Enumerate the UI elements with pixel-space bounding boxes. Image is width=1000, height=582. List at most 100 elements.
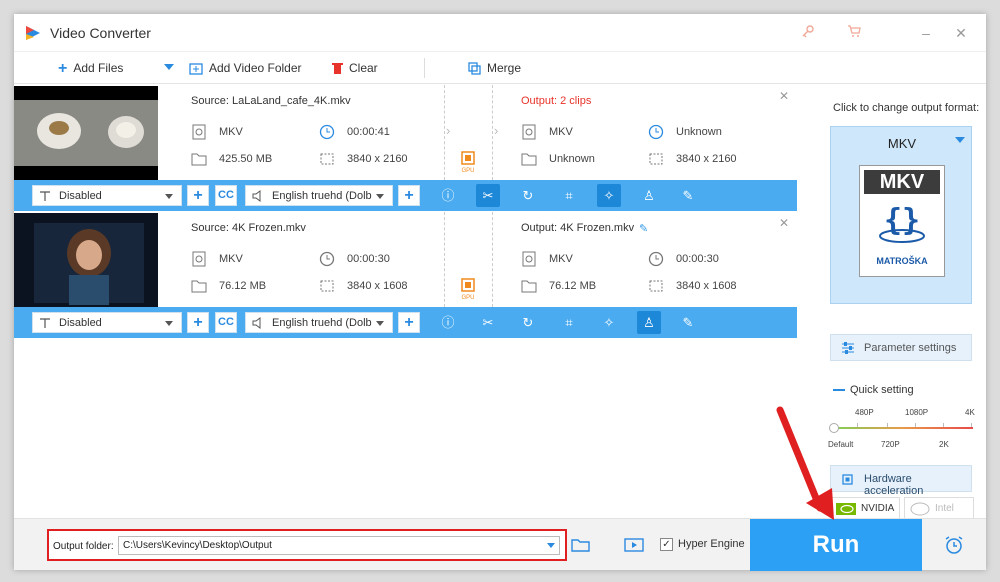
subtitle-settings-icon[interactable]: CC	[215, 185, 237, 206]
open-folder-icon[interactable]	[571, 537, 591, 553]
trash-icon	[332, 63, 343, 75]
edit-toolbar: Disabled + CC English truehd (Dolb + ⓘ ✂…	[14, 307, 797, 338]
watermark-stamp-icon[interactable]: ♙	[637, 184, 661, 207]
hardware-acceleration-button[interactable]: Hardware acceleration	[830, 465, 972, 497]
watermark-stamp-icon[interactable]: ♙	[637, 311, 661, 334]
source-filename: Source: LaLaLand_cafe_4K.mkv	[191, 95, 351, 107]
toolbar-divider	[424, 58, 425, 78]
alarm-clock-icon[interactable]	[944, 535, 964, 555]
clock-icon	[648, 251, 664, 267]
speaker-icon	[252, 317, 261, 329]
subtitle-edit-icon[interactable]: ✎	[676, 311, 700, 334]
subtitle-select[interactable]: Disabled	[32, 185, 182, 206]
effects-wand-icon[interactable]: ✧	[597, 184, 621, 207]
quality-slider-track[interactable]	[833, 427, 973, 429]
plus-icon: +	[58, 59, 68, 77]
divider	[492, 212, 493, 307]
video-file-icon	[522, 251, 536, 267]
rotate-icon[interactable]: ↻	[516, 184, 540, 207]
slider-tick	[857, 423, 858, 427]
video-thumbnail[interactable]	[14, 86, 158, 180]
effects-wand-icon[interactable]: ✧	[597, 311, 621, 334]
hyper-engine-checkbox[interactable]: ✓	[660, 538, 673, 551]
divider	[444, 85, 445, 180]
nvidia-toggle[interactable]: NVIDIA	[830, 497, 900, 519]
run-button[interactable]: Run	[750, 519, 922, 571]
info-icon[interactable]: ⓘ	[436, 184, 460, 207]
clock-icon	[319, 124, 335, 140]
chevron-right-icon: ›	[446, 123, 451, 138]
slider-tick	[887, 423, 888, 427]
divider	[444, 212, 445, 307]
list-item[interactable]: Source: 4K Frozen.mkv MKV 00:00:30 76.12…	[14, 212, 797, 338]
add-video-folder-button[interactable]: Add Video Folder	[189, 60, 302, 76]
remove-item-icon[interactable]: ✕	[779, 89, 789, 103]
remove-item-icon[interactable]: ✕	[779, 216, 789, 230]
minimize-icon[interactable]: –	[914, 22, 938, 44]
add-audio-button[interactable]: +	[398, 185, 420, 206]
parameter-settings-button[interactable]: Parameter settings	[830, 334, 972, 361]
close-icon[interactable]: ✕	[949, 22, 973, 44]
add-files-dropdown[interactable]	[164, 60, 174, 76]
folder-icon	[191, 153, 207, 166]
divider	[492, 85, 493, 180]
crop-icon[interactable]: ⌗	[557, 311, 581, 334]
key-icon[interactable]	[796, 22, 820, 44]
audio-track-select[interactable]: English truehd (Dolb	[245, 185, 393, 206]
app-window: Video Converter – ✕ + Add Files Add Video…	[14, 14, 986, 571]
svg-text:{}: {}	[884, 203, 920, 238]
caret-down-icon[interactable]	[547, 543, 555, 548]
hyper-engine-label: Hyper Engine	[678, 538, 745, 550]
slider-tick	[971, 423, 972, 427]
quality-label: 4K	[965, 408, 975, 417]
video-list-icon[interactable]	[624, 537, 644, 553]
add-subtitle-button[interactable]: +	[187, 312, 209, 333]
clock-icon	[648, 124, 664, 140]
audio-track-select[interactable]: English truehd (Dolb	[245, 312, 393, 333]
intel-toggle[interactable]: Intel	[904, 497, 974, 519]
subtitle-select[interactable]: Disabled	[32, 312, 182, 333]
subtitle-edit-icon[interactable]: ✎	[676, 184, 700, 207]
chevron-right-icon: ›	[494, 123, 499, 138]
slider-tick	[943, 423, 944, 427]
crop-icon[interactable]: ⌗	[557, 184, 581, 207]
quick-setting-label: Quick setting	[850, 384, 914, 396]
resolution-icon	[649, 280, 663, 292]
mkv-format-icon: MKV {} MATROŠKA	[859, 165, 945, 277]
quality-label: Default	[828, 440, 854, 449]
rotate-icon[interactable]: ↻	[516, 311, 540, 334]
add-audio-button[interactable]: +	[398, 312, 420, 333]
output-folder-input[interactable]: C:\Users\Kevincy\Desktop\Output	[118, 536, 560, 555]
quality-label: 2K	[939, 440, 949, 449]
video-thumbnail[interactable]	[14, 213, 158, 307]
intel-logo-icon	[910, 502, 930, 516]
resolution-icon	[649, 153, 663, 165]
svg-text:GPU: GPU	[461, 295, 474, 301]
folder-icon	[521, 280, 537, 293]
cart-icon[interactable]	[842, 22, 866, 44]
edit-toolbar: Disabled + CC English truehd (Dolb + ⓘ ✂…	[14, 180, 797, 211]
quality-slider-knob[interactable]	[829, 423, 839, 433]
toolbar: + Add Files Add Video Folder Clear Merge	[14, 52, 986, 84]
video-file-icon	[522, 124, 536, 140]
caret-down-icon	[955, 137, 965, 143]
text-icon	[40, 191, 50, 201]
folder-plus-icon	[189, 63, 203, 75]
rename-pencil-icon[interactable]: ✎	[639, 222, 648, 235]
resolution-icon	[320, 153, 334, 165]
gpu-chip-icon: GPU	[461, 278, 475, 301]
merge-button[interactable]: Merge	[468, 60, 521, 76]
list-item[interactable]: Source: LaLaLand_cafe_4K.mkv MKV 00:00:4…	[14, 85, 797, 211]
app-logo-icon	[26, 26, 40, 40]
add-subtitle-button[interactable]: +	[187, 185, 209, 206]
output-folder-group: Output folder: C:\Users\Kevincy\Desktop\…	[47, 529, 567, 561]
scissors-icon[interactable]: ✂	[476, 311, 500, 334]
output-folder-label: Output folder:	[53, 541, 114, 552]
merge-icon	[468, 62, 481, 75]
output-format-selector[interactable]: MKV MKV {} MATROŠKA	[830, 126, 972, 304]
subtitle-settings-icon[interactable]: CC	[215, 312, 237, 333]
clear-button[interactable]: Clear	[332, 60, 378, 76]
add-files-button[interactable]: + Add Files	[58, 60, 123, 76]
info-icon[interactable]: ⓘ	[436, 311, 460, 334]
scissors-icon[interactable]: ✂	[476, 184, 500, 207]
